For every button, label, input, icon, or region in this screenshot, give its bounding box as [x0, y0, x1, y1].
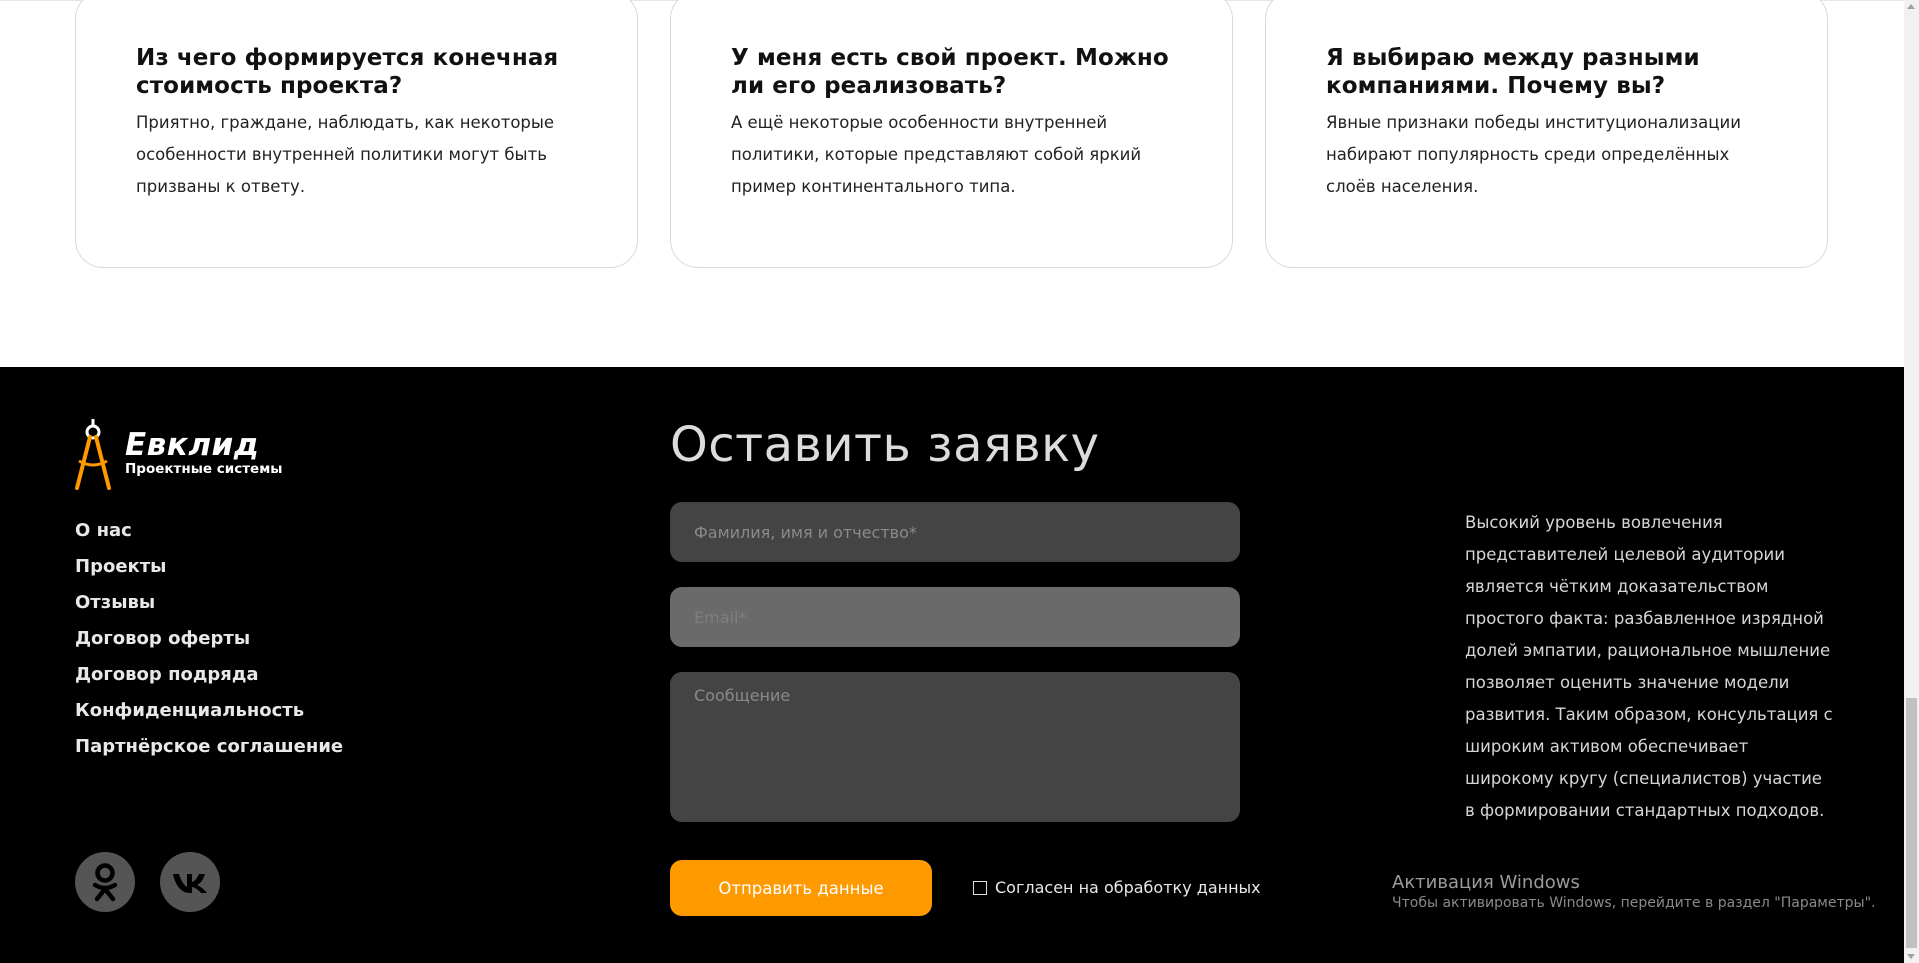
faq-card-title: У меня есть свой проект. Можно ли его ре… [731, 45, 1169, 99]
windows-activation-subtitle: Чтобы активировать Windows, перейдите в … [1392, 895, 1876, 911]
faq-card-title: Я выбираю между разными компаниями. Поче… [1326, 45, 1700, 99]
windows-activation-title: Активация Windows [1392, 872, 1580, 893]
nav-link-projects[interactable]: Проекты [75, 549, 343, 585]
vk-button[interactable] [160, 852, 220, 912]
footer: Евклид Проектные системы О нас Проекты О… [0, 367, 1904, 963]
nav-link-offer[interactable]: Договор оферты [75, 621, 343, 657]
compass-icon [75, 419, 111, 490]
nav-link-about[interactable]: О нас [75, 513, 343, 549]
faq-card-text: Явные признаки победы институционализаци… [1326, 113, 1741, 196]
faq-card-title: Из чего формируется конечная стоимость п… [136, 45, 559, 99]
footer-description: Высокий уровень вовлечения представителе… [1465, 513, 1833, 820]
nav-link-privacy[interactable]: Конфиденциальность [75, 693, 343, 729]
faq-card-text: Приятно, граждане, наблюдать, как некото… [136, 113, 555, 196]
vk-icon [173, 874, 207, 893]
consent-label: Согласен на обработку данных [995, 878, 1261, 897]
footer-nav: О нас Проекты Отзывы Договор оферты Дого… [75, 513, 343, 765]
faq-card: У меня есть свой проект. Можно ли его ре… [670, 0, 1233, 268]
email-input[interactable] [670, 587, 1240, 647]
logo-subtitle: Проектные системы [125, 461, 283, 477]
submit-button[interactable]: Отправить данные [670, 860, 932, 916]
scroll-up-arrow-icon[interactable] [1907, 4, 1915, 9]
faq-card-text: А ещё некоторые особенности внутренней п… [731, 113, 1142, 196]
faq-section: Из чего формируется конечная стоимость п… [0, 0, 1904, 367]
full-name-input[interactable] [670, 502, 1240, 562]
nav-link-contract[interactable]: Договор подряда [75, 657, 343, 693]
message-textarea[interactable] [670, 672, 1240, 822]
scrollbar-thumb[interactable] [1906, 698, 1917, 948]
page: Из чего формируется конечная стоимость п… [0, 0, 1904, 963]
faq-card: Я выбираю между разными компаниями. Поче… [1265, 0, 1828, 268]
nav-link-partner[interactable]: Партнёрское соглашение [75, 729, 343, 765]
logo-title: Евклид [125, 427, 260, 463]
logo[interactable]: Евклид Проектные системы [73, 417, 303, 492]
consent-checkbox-row[interactable]: Согласен на обработку данных [973, 878, 1261, 897]
nav-link-reviews[interactable]: Отзывы [75, 585, 343, 621]
windows-activation-watermark: Активация Windows Чтобы активировать Win… [1392, 872, 1875, 911]
vertical-scrollbar[interactable] [1904, 0, 1919, 963]
form-title: Оставить заявку [670, 417, 1100, 473]
odnoklassniki-icon [92, 863, 118, 902]
scroll-down-arrow-icon[interactable] [1907, 954, 1915, 959]
odnoklassniki-button[interactable] [75, 852, 135, 912]
consent-checkbox[interactable] [973, 880, 987, 895]
faq-card: Из чего формируется конечная стоимость п… [75, 0, 638, 268]
